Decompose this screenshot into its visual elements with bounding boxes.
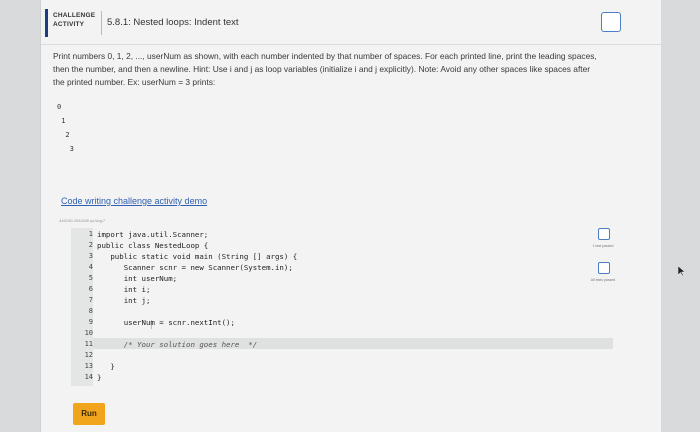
activity-id: 446160.2842840.qx3zqy7 — [59, 218, 106, 223]
accent-bar — [45, 9, 48, 37]
code-line[interactable]: } — [97, 373, 101, 382]
line-number: 9 — [88, 318, 93, 326]
line-number: 12 — [84, 351, 93, 359]
example-output-line: 0 — [57, 103, 62, 111]
example-output-line: 2 — [57, 131, 70, 139]
code-line[interactable]: int i; — [97, 285, 151, 294]
header-divider — [101, 11, 102, 35]
code-line[interactable]: public class NestedLoop { — [97, 241, 208, 250]
activity-badge: CHALLENGE ACTIVITY — [53, 11, 95, 29]
line-number: 10 — [84, 329, 93, 337]
challenge-card: CHALLENGE ACTIVITY 5.8.1: Nested loops: … — [40, 0, 661, 432]
code-line[interactable]: import java.util.Scanner; — [97, 230, 208, 239]
badge-line-2: ACTIVITY — [53, 21, 85, 28]
line-number: 6 — [88, 285, 93, 293]
code-line-solution-placeholder[interactable]: /* Your solution goes here */ — [97, 340, 258, 349]
activity-header: CHALLENGE ACTIVITY 5.8.1: Nested loops: … — [41, 0, 661, 45]
line-number: 1 — [88, 230, 93, 238]
code-line[interactable]: userNum = scnr.nextInt(); — [97, 318, 235, 327]
code-line[interactable]: public static void main (String [] args)… — [97, 252, 297, 261]
line-number: 3 — [88, 252, 93, 260]
instructions-text: Print numbers 0, 1, 2, ..., userNum as s… — [53, 51, 597, 87]
example-output: 0 1 2 3 — [57, 103, 74, 159]
line-number: 5 — [88, 274, 93, 282]
completion-checkbox-icon — [601, 12, 621, 32]
line-number: 2 — [88, 241, 93, 249]
badge-line-1: CHALLENGE — [53, 12, 96, 19]
code-line[interactable]: Scanner scnr = new Scanner(System.in); — [97, 263, 293, 272]
test-status-label: All tests passed — [590, 278, 616, 282]
code-editor[interactable]: 1 2 3 4 5 6 7 8 9 10 11 12 13 14 import … — [71, 228, 613, 388]
line-number: 11 — [84, 340, 93, 348]
line-number: 13 — [84, 362, 93, 370]
line-number: 8 — [88, 307, 93, 315]
test-status-label: 1 test passed — [592, 244, 614, 248]
example-output-line: 3 — [57, 145, 74, 153]
code-line[interactable]: int j; — [97, 296, 151, 305]
line-number: 4 — [88, 263, 93, 271]
activity-title: 5.8.1: Nested loops: Indent text — [107, 17, 239, 28]
code-line[interactable]: } — [97, 362, 114, 371]
test-status-icon — [598, 228, 610, 240]
line-number: 7 — [88, 296, 93, 304]
line-number: 14 — [84, 373, 93, 381]
example-output-line: 1 — [57, 117, 66, 125]
code-line[interactable]: int userNum; — [97, 274, 177, 283]
demo-link[interactable]: Code writing challenge activity demo — [61, 196, 207, 206]
mouse-cursor-icon — [678, 266, 686, 276]
run-button[interactable]: Run — [73, 403, 105, 425]
test-status-icon — [598, 262, 610, 274]
